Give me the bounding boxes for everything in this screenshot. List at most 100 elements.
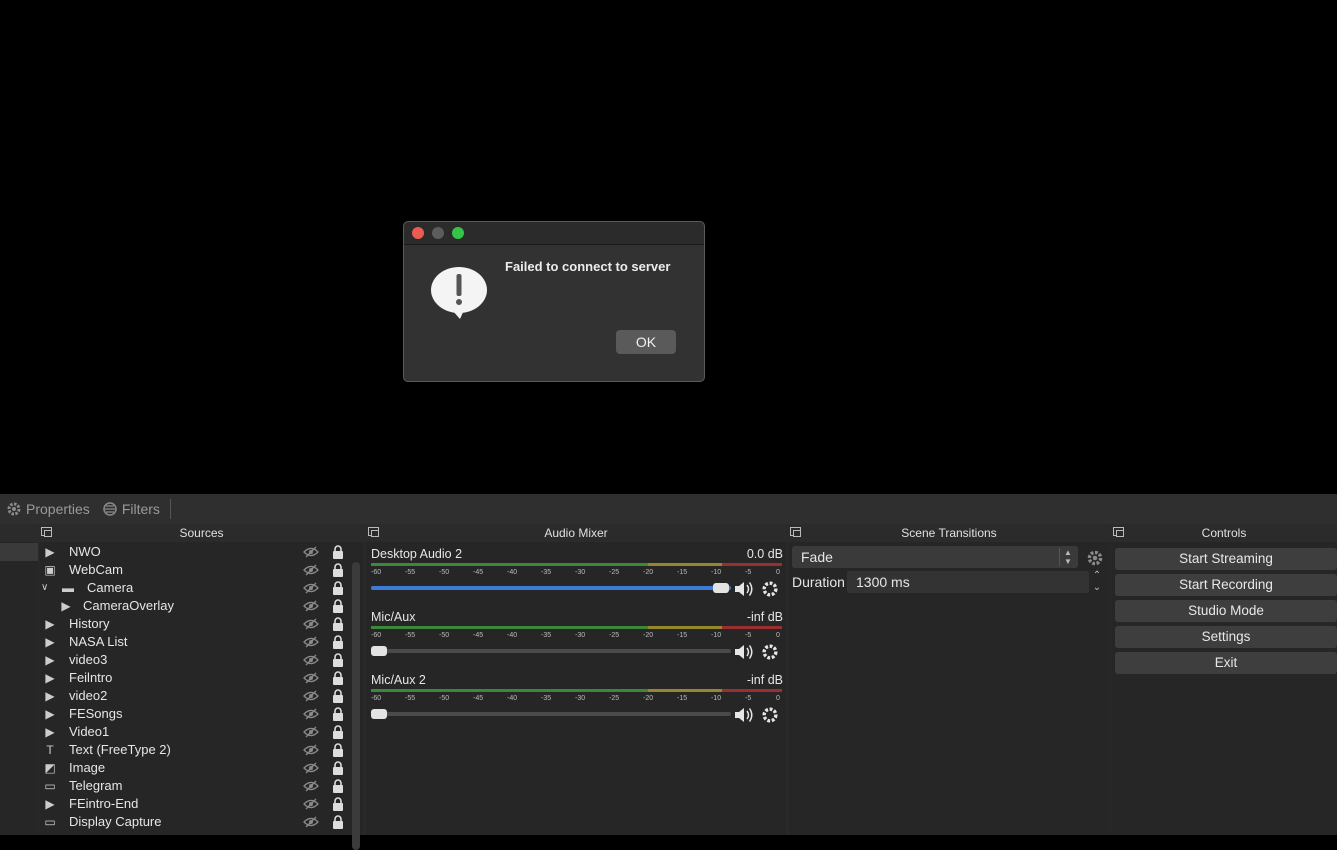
text-icon: T	[46, 743, 54, 757]
lock-icon[interactable]	[332, 725, 344, 739]
visibility-icon[interactable]	[303, 618, 319, 630]
meter-tick-label: -25	[609, 695, 620, 702]
meter-tick-label: 0	[776, 569, 780, 576]
visibility-icon[interactable]	[303, 798, 319, 810]
properties-button[interactable]: Properties	[0, 501, 96, 517]
transition-select[interactable]: Fade ▲ ▼	[792, 546, 1078, 568]
visibility-icon[interactable]	[303, 582, 319, 594]
exit-button[interactable]: Exit	[1115, 652, 1337, 674]
source-item[interactable]: ▶ video3	[39, 651, 357, 669]
folder-icon: ▬	[62, 581, 74, 595]
visibility-icon[interactable]	[303, 816, 319, 828]
source-item[interactable]: ◩ Image	[39, 759, 357, 777]
visibility-icon[interactable]	[303, 636, 319, 648]
duration-input[interactable]: 1300 ms	[847, 571, 1089, 593]
meter-tick-label: -25	[609, 632, 620, 639]
visibility-icon[interactable]	[303, 564, 319, 576]
meter-tick-label: -30	[575, 695, 586, 702]
volume-handle[interactable]	[371, 646, 387, 656]
play-icon: ▶	[45, 617, 55, 631]
lock-icon[interactable]	[332, 599, 344, 613]
start-recording-button[interactable]: Start Recording	[1115, 574, 1337, 596]
lock-icon[interactable]	[332, 545, 344, 559]
filters-label: Filters	[121, 501, 160, 517]
duration-stepper[interactable]: ⌃ ⌄	[1090, 570, 1104, 594]
meter-tick-label: -10	[711, 569, 722, 576]
visibility-icon[interactable]	[303, 546, 319, 558]
source-item[interactable]: ▶ Video1	[39, 723, 357, 741]
undock-icon[interactable]	[368, 527, 379, 537]
volume-handle[interactable]	[371, 709, 387, 719]
lock-icon[interactable]	[332, 761, 344, 775]
lock-icon[interactable]	[332, 671, 344, 685]
source-item[interactable]: ▶ video2	[39, 687, 357, 705]
visibility-icon[interactable]	[303, 744, 319, 756]
start-streaming-button[interactable]: Start Streaming	[1115, 548, 1337, 570]
transition-gear-icon[interactable]	[1086, 549, 1104, 567]
lock-icon[interactable]	[332, 617, 344, 631]
visibility-icon[interactable]	[303, 690, 319, 702]
gear-icon[interactable]	[761, 580, 779, 598]
lock-icon[interactable]	[332, 779, 344, 793]
gear-icon[interactable]	[761, 706, 779, 724]
monitor-icon: ▭	[44, 815, 56, 829]
speaker-icon[interactable]	[733, 643, 755, 661]
speaker-icon[interactable]	[733, 580, 755, 598]
meter-segment	[647, 626, 723, 629]
close-window-button[interactable]	[412, 227, 424, 239]
visibility-icon[interactable]	[303, 762, 319, 774]
lock-icon[interactable]	[332, 653, 344, 667]
visibility-icon[interactable]	[303, 708, 319, 720]
source-item[interactable]: ▶ NASA List	[39, 633, 357, 651]
source-item[interactable]: ▶ FEintro-End	[39, 795, 357, 813]
selected-scene[interactable]	[0, 543, 38, 561]
lock-icon[interactable]	[332, 689, 344, 703]
visibility-icon[interactable]	[303, 726, 319, 738]
scenes-list[interactable]	[0, 542, 38, 835]
source-item[interactable]: ▶ NWO	[39, 543, 357, 561]
volume-handle[interactable]	[713, 583, 729, 593]
minimize-window-button[interactable]	[432, 227, 444, 239]
lock-icon[interactable]	[332, 797, 344, 811]
filters-button[interactable]: Filters	[96, 501, 166, 517]
lock-icon[interactable]	[332, 635, 344, 649]
meter-tick-label: -10	[711, 632, 722, 639]
source-item[interactable]: ▭ Telegram	[39, 777, 357, 795]
undock-icon[interactable]	[790, 527, 801, 537]
lock-icon[interactable]	[332, 815, 344, 829]
ok-button[interactable]: OK	[616, 330, 676, 354]
play-icon: ▶	[45, 545, 55, 559]
speaker-icon[interactable]	[733, 706, 755, 724]
undock-icon[interactable]	[1113, 527, 1124, 537]
undock-icon[interactable]	[41, 527, 52, 537]
source-item[interactable]: ▣ WebCam	[39, 561, 357, 579]
error-dialog: Failed to connect to server OK	[403, 221, 705, 382]
source-item[interactable]: ▭ Display Capture	[39, 813, 357, 831]
source-item[interactable]: ∨ ▬ Camera	[39, 579, 357, 597]
visibility-icon[interactable]	[303, 672, 319, 684]
meter-tick-label: -55	[405, 569, 416, 576]
visibility-icon[interactable]	[303, 600, 319, 612]
settings-button[interactable]: Settings	[1115, 626, 1337, 648]
zoom-window-button[interactable]	[452, 227, 464, 239]
sources-list[interactable]: ▶ NWO ▣ WebCam ∨ ▬ Camera ▶ CameraOverlay ▶ Histor…	[39, 542, 364, 850]
volume-slider[interactable]	[371, 709, 731, 719]
source-item[interactable]: ▶ Feilntro	[39, 669, 357, 687]
source-item[interactable]: ▶ FESongs	[39, 705, 357, 723]
source-item[interactable]: ▶ History	[39, 615, 357, 633]
volume-slider[interactable]	[371, 646, 731, 656]
lock-icon[interactable]	[332, 581, 344, 595]
lock-icon[interactable]	[332, 743, 344, 757]
visibility-icon[interactable]	[303, 654, 319, 666]
volume-slider[interactable]	[371, 583, 731, 593]
scene-transitions: Fade ▲ ▼ Duration 1300 ms ⌃ ⌄	[788, 542, 1110, 835]
studio-mode-button[interactable]: Studio Mode	[1115, 600, 1337, 622]
meter-segment	[722, 563, 782, 566]
gear-icon[interactable]	[761, 643, 779, 661]
lock-icon[interactable]	[332, 707, 344, 721]
chevron-down-icon[interactable]: ∨	[41, 579, 48, 597]
visibility-icon[interactable]	[303, 780, 319, 792]
lock-icon[interactable]	[332, 563, 344, 577]
source-item[interactable]: ▶ CameraOverlay	[39, 597, 357, 615]
source-item[interactable]: T Text (FreeType 2)	[39, 741, 357, 759]
